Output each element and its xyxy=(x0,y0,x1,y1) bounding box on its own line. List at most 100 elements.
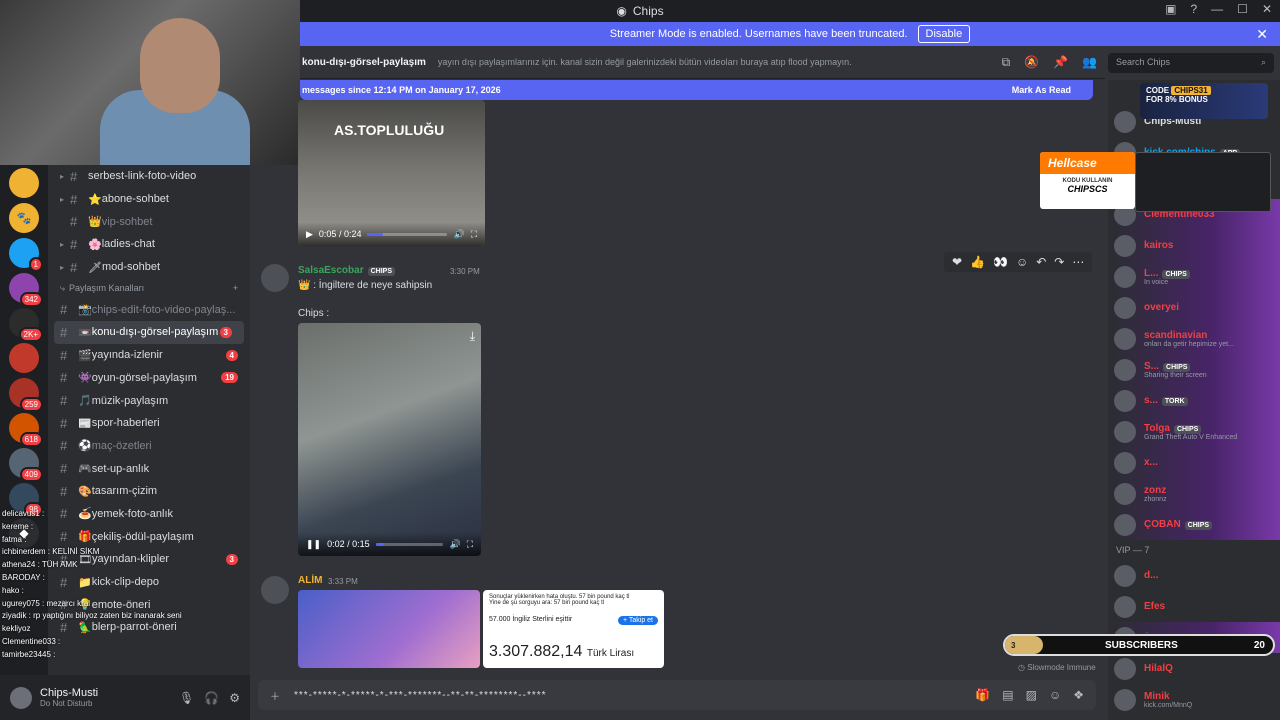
channel-item[interactable]: # 🎬 yayında-izlenir 4 xyxy=(48,344,250,367)
forward-icon[interactable]: ↷ xyxy=(1054,255,1064,269)
avatar[interactable] xyxy=(261,576,289,604)
channel-item[interactable]: # 👾 oyun-görsel-paylaşım 19 xyxy=(48,367,250,390)
member-item[interactable]: Efes xyxy=(1108,591,1280,622)
unread-badge: 618 xyxy=(19,432,43,447)
server-icon[interactable]: 1 xyxy=(9,238,43,272)
chevron-right-icon: ▸ xyxy=(60,262,65,272)
add-channel-icon[interactable]: + xyxy=(233,283,238,293)
member-item[interactable]: kairos xyxy=(1108,230,1280,261)
message-input[interactable]: ***-*****-*-*****-*-***-*******--**-**-*… xyxy=(294,690,547,701)
image-attachment[interactable] xyxy=(298,590,480,668)
member-item[interactable]: overyei xyxy=(1108,292,1280,323)
streamer-head xyxy=(140,18,220,113)
video-player[interactable]: ⤓ ❚❚ 0:02 / 0:15 🔊 ⛶ xyxy=(298,323,481,556)
mark-as-read-button[interactable]: Mark As Read xyxy=(1012,85,1071,95)
channel-item[interactable]: # 📸 chips-edit-foto-video-paylaş... xyxy=(48,298,250,321)
microphone-icon[interactable]: 🎙 xyxy=(179,691,194,705)
eyes-reaction-icon[interactable]: 👀 xyxy=(993,255,1008,269)
fullscreen-icon[interactable]: ⛶ xyxy=(467,539,473,550)
message-text: Chips : xyxy=(298,308,330,319)
notification-bell-icon[interactable]: 🔕 xyxy=(1024,55,1039,70)
minimize-button[interactable]: — xyxy=(1211,2,1223,16)
volume-icon[interactable]: 🔊 xyxy=(449,539,460,550)
member-item[interactable]: scandinavian onları da getir hepimize yet… xyxy=(1108,323,1280,354)
message-composer[interactable]: ＋ ***-*****-*-*****-*-***-*******--**-**… xyxy=(258,680,1096,710)
channel-item[interactable]: # 📰 spor-haberleri xyxy=(48,412,250,435)
image-attachment[interactable]: Sonuçlar yüklenirken hata oluştu. 57 bin… xyxy=(483,590,664,668)
channel-item[interactable]: ▸ # ⭐ abone-sohbet xyxy=(48,188,250,211)
member-item[interactable]: HilalQ xyxy=(1108,653,1280,684)
sticker-icon[interactable]: ▨ xyxy=(1026,688,1037,702)
channel-item[interactable]: ▸ # serbest-link-foto-video xyxy=(48,165,250,188)
hash-icon: # xyxy=(60,324,68,340)
member-item[interactable]: x... xyxy=(1108,447,1280,478)
server-icon[interactable]: 2K+ xyxy=(9,308,43,342)
fullscreen-icon[interactable]: ⛶ xyxy=(471,229,477,240)
channel-item[interactable]: # ⚽ maç-özetleri xyxy=(48,435,250,458)
gif-icon[interactable]: ▤ xyxy=(1002,688,1013,702)
channel-item[interactable]: # 🎵 müzik-paylaşım xyxy=(48,389,250,412)
server-icon[interactable]: 618 xyxy=(9,413,43,447)
gear-icon[interactable]: ⚙ xyxy=(229,691,240,705)
video-time: 0:02 / 0:15 xyxy=(327,539,370,549)
channel-item[interactable]: # 👑 vip-sohbet xyxy=(48,210,250,233)
avatar[interactable] xyxy=(261,264,289,292)
headphones-icon[interactable]: 🎧 xyxy=(204,691,219,705)
slowmode-indicator: ◷ Slowmode Immune xyxy=(1018,663,1096,672)
hash-icon: # xyxy=(70,236,78,252)
gift-icon[interactable]: 🎁 xyxy=(975,688,990,702)
heart-reaction-icon[interactable]: ❤ xyxy=(952,255,962,269)
help-icon[interactable]: ? xyxy=(1190,2,1197,16)
channel-item[interactable]: # 📼 konu-dışı-görsel-paylaşım 3 xyxy=(54,321,244,344)
server-icon[interactable]: 🐾 xyxy=(9,203,39,233)
avatar[interactable] xyxy=(10,686,32,709)
thumbs-up-reaction-icon[interactable]: 👍 xyxy=(970,255,985,269)
server-icon[interactable] xyxy=(9,168,39,198)
emoji-picker-icon[interactable]: ☺ xyxy=(1049,688,1061,702)
download-icon[interactable]: ⤓ xyxy=(470,329,475,344)
server-icon[interactable]: 259 xyxy=(9,378,43,412)
channel-item[interactable]: ▸ # 🌸 ladies-chat xyxy=(48,233,250,256)
member-item[interactable]: L... CHIPS In voice xyxy=(1108,261,1280,292)
more-options-icon[interactable]: ⋯ xyxy=(1072,255,1084,269)
play-icon[interactable]: ▶ xyxy=(306,229,313,240)
pause-icon[interactable]: ❚❚ xyxy=(306,539,321,550)
channel-item[interactable]: # 🎨 tasarım-çizim xyxy=(48,480,250,503)
channel-topic[interactable]: yayın dışı paylaşımlarınız için. kanal s… xyxy=(438,57,998,67)
server-icon[interactable] xyxy=(9,343,39,373)
member-item[interactable]: ÇOBAN CHIPS xyxy=(1108,509,1280,540)
category-header[interactable]: ⤷ Paylaşım Kanalları + xyxy=(48,278,250,298)
channel-item[interactable]: # 🎮 set-up-anlık xyxy=(48,457,250,480)
server-icon[interactable]: 409 xyxy=(9,448,43,482)
search-input[interactable]: Search Chips ⌕ xyxy=(1108,53,1274,73)
close-banner-icon[interactable]: ✕ xyxy=(1256,26,1268,43)
video-progress-bar[interactable] xyxy=(375,542,444,546)
video-progress-bar[interactable] xyxy=(367,232,448,236)
member-item[interactable]: Minik kick.com/MnnQ xyxy=(1108,684,1280,715)
member-list-icon[interactable]: 👥 xyxy=(1082,55,1097,70)
volume-icon[interactable]: 🔊 xyxy=(453,229,464,240)
maximize-button[interactable]: ☐ xyxy=(1237,2,1248,16)
add-reaction-icon[interactable]: ☺ xyxy=(1016,255,1028,269)
member-category: VIP — 7 xyxy=(1116,545,1150,555)
message-author[interactable]: SalsaEscobar CHIPS xyxy=(298,265,396,276)
member-item[interactable]: Tolga CHIPS Grand Theft Auto V Enhanced xyxy=(1108,416,1280,447)
add-attachment-icon[interactable]: ＋ xyxy=(270,688,280,703)
chat-line: fatma : xyxy=(2,534,27,544)
message-author[interactable]: ALİM xyxy=(298,575,322,586)
member-item[interactable]: S... CHIPS Sharing their screen xyxy=(1108,354,1280,385)
server-icon[interactable]: 342 xyxy=(9,273,43,307)
pin-icon[interactable]: 📌 xyxy=(1053,55,1068,70)
channel-item[interactable]: ▸ # 🗡 mod-sohbet xyxy=(48,256,250,279)
video-player[interactable]: AS.TOPLULUĞU ▶ 0:05 / 0:24 🔊 ⛶ xyxy=(298,100,485,246)
threads-icon[interactable]: ⧉ xyxy=(1002,55,1011,70)
inbox-icon[interactable]: ▣ xyxy=(1165,2,1176,16)
reply-icon[interactable]: ↶ xyxy=(1036,255,1046,269)
member-item[interactable]: s... TORK xyxy=(1108,385,1280,416)
hash-icon: # xyxy=(70,214,78,230)
close-window-button[interactable]: ✕ xyxy=(1262,2,1272,16)
member-item[interactable]: zonz zhonnz xyxy=(1108,478,1280,509)
member-item[interactable]: d... xyxy=(1108,560,1280,591)
apps-icon[interactable]: ❖ xyxy=(1073,688,1084,702)
disable-streamer-mode-button[interactable]: Disable xyxy=(917,25,971,43)
